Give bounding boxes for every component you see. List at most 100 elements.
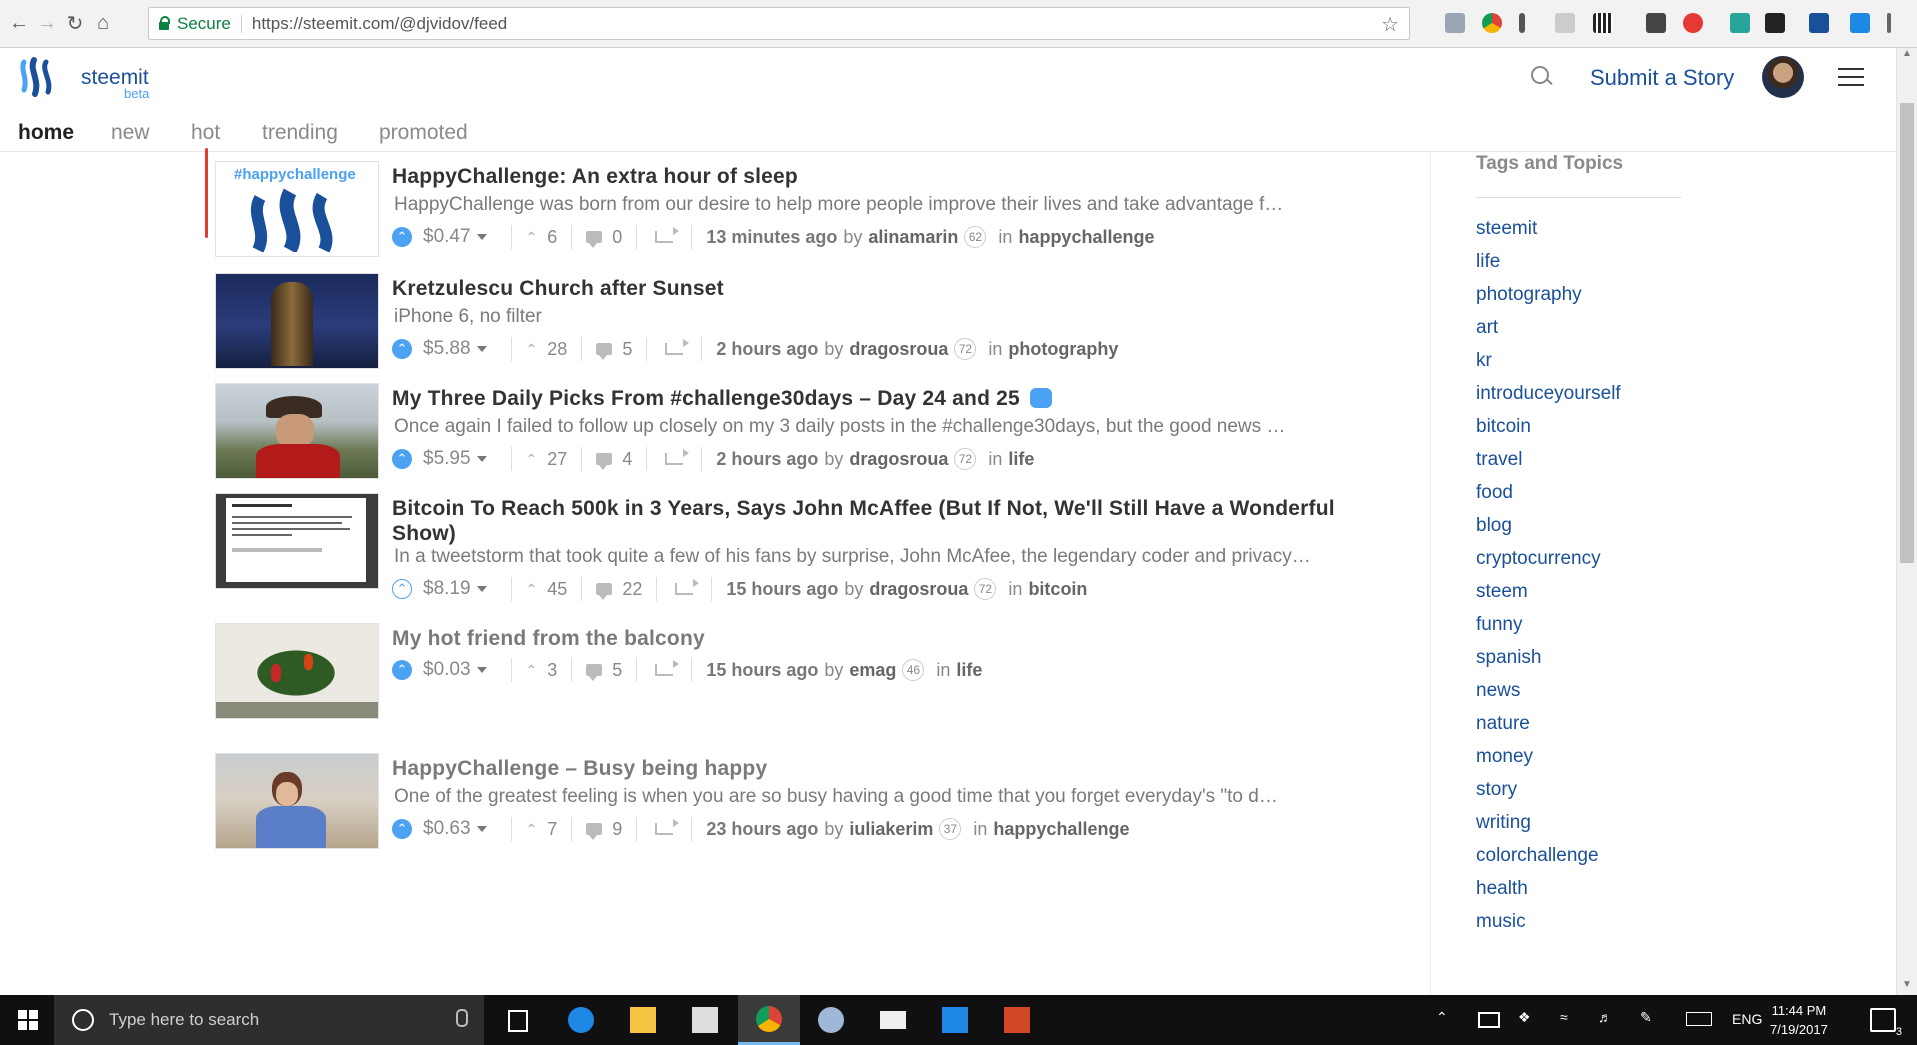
tag-link[interactable]: kr xyxy=(1476,350,1621,383)
tag-link[interactable]: money xyxy=(1476,746,1621,779)
tag-link[interactable]: nature xyxy=(1476,713,1621,746)
payout-value[interactable]: $5.95 xyxy=(423,448,471,470)
comment-count[interactable]: 5 xyxy=(612,660,622,681)
comment-count[interactable]: 4 xyxy=(622,449,632,470)
tab-hot[interactable]: hot xyxy=(191,121,220,145)
tab-new[interactable]: new xyxy=(111,121,150,145)
upvote-icon[interactable]: ⌃ xyxy=(392,579,412,599)
hamburger-menu-icon[interactable] xyxy=(1838,68,1864,88)
taskbar-search-box[interactable]: Type here to search xyxy=(54,995,484,1045)
keyboard-icon[interactable] xyxy=(1686,1012,1712,1026)
post-author[interactable]: dragosroua xyxy=(849,449,948,470)
comment-count[interactable]: 5 xyxy=(622,339,632,360)
tag-link[interactable]: music xyxy=(1476,911,1621,944)
scroll-up-icon[interactable]: ▲ xyxy=(1897,48,1917,64)
reblog-icon[interactable] xyxy=(675,579,700,595)
pen-icon[interactable]: ✎ xyxy=(1640,1009,1652,1026)
post-category[interactable]: happychallenge xyxy=(993,819,1129,840)
post-thumbnail[interactable] xyxy=(215,383,379,479)
payout-value[interactable]: $0.03 xyxy=(423,659,471,681)
tag-link[interactable]: cryptocurrency xyxy=(1476,548,1621,581)
microphone-icon[interactable] xyxy=(456,1009,468,1027)
battery-icon[interactable] xyxy=(1478,1012,1500,1028)
browser-menu-icon[interactable] xyxy=(1887,13,1891,33)
paperclip-icon[interactable] xyxy=(1519,13,1525,33)
reload-icon[interactable]: ↻ xyxy=(64,12,86,35)
comment-icon[interactable] xyxy=(596,453,613,470)
page-scrollbar[interactable]: ▲ ▼ xyxy=(1896,48,1917,995)
wifi-icon[interactable]: ≈ xyxy=(1560,1009,1568,1025)
post-category[interactable]: life xyxy=(956,660,982,681)
extension-icon[interactable] xyxy=(1555,13,1575,33)
tag-link[interactable]: travel xyxy=(1476,449,1621,482)
post-summary[interactable]: In a tweetstorm that took quite a few of… xyxy=(394,546,1394,568)
comment-icon[interactable] xyxy=(586,664,603,681)
upvote-icon[interactable]: ⌃ xyxy=(392,227,412,247)
vote-count[interactable]: 6 xyxy=(547,227,557,248)
windows-start-icon[interactable] xyxy=(18,1010,38,1030)
tag-link[interactable]: photography xyxy=(1476,284,1621,317)
store-icon[interactable] xyxy=(692,1007,718,1033)
reblog-icon[interactable] xyxy=(655,227,680,243)
dropbox-icon[interactable]: ❖ xyxy=(1518,1009,1531,1026)
tag-link[interactable]: introduceyourself xyxy=(1476,383,1621,416)
comment-icon[interactable] xyxy=(596,343,613,360)
post-title[interactable]: My Three Daily Picks From #challenge30da… xyxy=(392,386,1392,411)
payout-value[interactable]: $0.47 xyxy=(423,226,471,248)
tab-promoted[interactable]: promoted xyxy=(379,121,468,145)
reblog-icon[interactable] xyxy=(665,339,690,355)
edge-browser-icon[interactable] xyxy=(568,1007,594,1033)
comment-count[interactable]: 9 xyxy=(612,819,622,840)
post-title[interactable]: Kretzulescu Church after Sunset xyxy=(392,276,1392,301)
volume-icon[interactable]: ♬ xyxy=(1598,1009,1612,1025)
comment-count[interactable]: 22 xyxy=(622,579,642,600)
upvote-icon[interactable]: ⌃ xyxy=(392,339,412,359)
address-bar[interactable]: Secure https://steemit.com/@djvidov/feed… xyxy=(148,7,1410,40)
secure-indicator[interactable]: Secure xyxy=(149,14,231,34)
vote-count[interactable]: 7 xyxy=(547,819,557,840)
reblog-icon[interactable] xyxy=(665,449,690,465)
vote-count[interactable]: 45 xyxy=(547,579,567,600)
task-view-icon[interactable] xyxy=(508,1010,528,1032)
tag-link[interactable]: health xyxy=(1476,878,1621,911)
payout-value[interactable]: $0.63 xyxy=(423,818,471,840)
tag-link[interactable]: news xyxy=(1476,680,1621,713)
post-title[interactable]: Bitcoin To Reach 500k in 3 Years, Says J… xyxy=(392,496,1392,546)
visual-studio-code-icon[interactable] xyxy=(942,1007,968,1033)
post-thumbnail[interactable]: #happychallenge xyxy=(215,161,379,257)
post-summary[interactable]: Once again I failed to follow up closely… xyxy=(394,416,1394,438)
off-extension-icon[interactable] xyxy=(1646,13,1666,33)
post-summary[interactable]: iPhone 6, no filter xyxy=(394,306,1394,328)
url-text[interactable]: https://steemit.com/@djvidov/feed xyxy=(252,14,507,34)
bookmark-star-icon[interactable]: ☆ xyxy=(1381,12,1399,37)
post-time[interactable]: 2 hours ago xyxy=(716,449,818,470)
tag-link[interactable]: steem xyxy=(1476,581,1621,614)
tag-link[interactable]: bitcoin xyxy=(1476,416,1621,449)
vote-count[interactable]: 3 xyxy=(547,660,557,681)
notification-extension-icon[interactable] xyxy=(1683,13,1703,33)
post-category[interactable]: bitcoin xyxy=(1028,579,1087,600)
post-author[interactable]: emag xyxy=(849,660,896,681)
chevron-down-icon[interactable] xyxy=(476,456,487,462)
chrome-taskbar-button[interactable] xyxy=(738,995,800,1045)
post-time[interactable]: 15 hours ago xyxy=(706,660,818,681)
paint-icon[interactable] xyxy=(818,1007,844,1033)
post-category[interactable]: happychallenge xyxy=(1018,227,1154,248)
notifications-icon[interactable]: 3 xyxy=(1870,1008,1902,1038)
post-title[interactable]: HappyChallenge: An extra hour of sleep xyxy=(392,164,1392,189)
extension-icon[interactable] xyxy=(1445,13,1465,33)
tag-link[interactable]: blog xyxy=(1476,515,1621,548)
reblog-icon[interactable] xyxy=(655,660,680,676)
search-icon[interactable] xyxy=(1531,66,1549,84)
note-extension-icon[interactable] xyxy=(1730,13,1750,33)
upvote-icon[interactable]: ⌃ xyxy=(392,660,412,680)
post-author[interactable]: dragosroua xyxy=(849,339,948,360)
user-avatar[interactable] xyxy=(1762,56,1804,98)
extension-icon[interactable] xyxy=(1765,13,1785,33)
comment-icon[interactable] xyxy=(586,231,603,248)
comment-icon[interactable] xyxy=(586,823,603,840)
comment-count[interactable]: 0 xyxy=(612,227,622,248)
language-indicator[interactable]: ENG xyxy=(1732,1011,1762,1027)
tag-link[interactable]: colorchallenge xyxy=(1476,845,1621,878)
post-thumbnail[interactable] xyxy=(215,273,379,369)
